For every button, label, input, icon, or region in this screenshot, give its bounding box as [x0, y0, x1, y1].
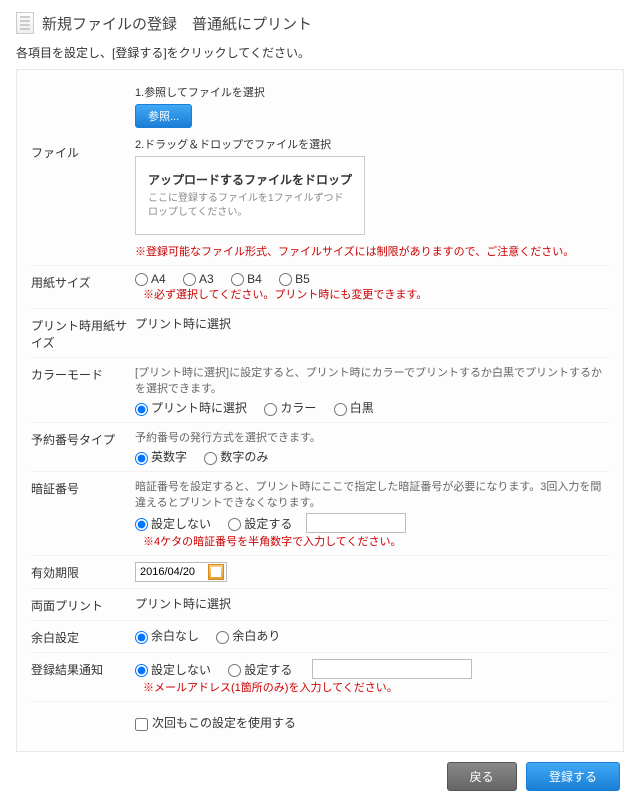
file-label: ファイル	[31, 84, 135, 161]
pin-opt-none[interactable]: 設定しない	[135, 517, 211, 531]
file-note: ※登録可能なファイル形式、ファイルサイズには制限がありますので、ご注意ください。	[135, 243, 609, 259]
duplex-value: プリント時に選択	[135, 595, 609, 612]
file-step1: 1.参照してファイルを選択	[135, 84, 609, 100]
notify-label: 登録結果通知	[31, 659, 135, 678]
paper-opt-a3[interactable]: A3	[183, 272, 214, 286]
pin-input[interactable]	[306, 513, 406, 533]
file-step2: 2.ドラッグ＆ドロップでファイルを選択	[135, 136, 609, 152]
pin-label: 暗証番号	[31, 478, 135, 497]
page-title: 新規ファイルの登録 普通紙にプリント	[42, 13, 312, 34]
submit-button[interactable]: 登録する	[526, 762, 620, 791]
paper-size-group: A4 A3 B4 B5	[135, 272, 324, 286]
pin-desc: 暗証番号を設定すると、プリント時にここで指定した暗証番号が必要になります。3回入…	[135, 478, 609, 510]
dropzone-title: アップロードするファイルをドロップ	[148, 171, 352, 188]
reserve-type-label: 予約番号タイプ	[31, 429, 135, 448]
document-icon	[16, 12, 34, 34]
calendar-icon[interactable]	[208, 564, 224, 580]
print-paper-value: プリント時に選択	[135, 315, 609, 332]
notify-note: ※メールアドレス(1箇所のみ)を入力してください。	[143, 679, 398, 695]
paper-size-label: 用紙サイズ	[31, 272, 135, 291]
browse-button[interactable]: 参照...	[135, 104, 192, 128]
margin-opt-none[interactable]: 余白なし	[135, 629, 199, 643]
color-opt-select[interactable]: プリント時に選択	[135, 401, 247, 415]
color-mode-label: カラーモード	[31, 364, 135, 383]
color-desc: [プリント時に選択]に設定すると、プリント時にカラーでプリントするか白黒でプリン…	[135, 364, 609, 396]
back-button[interactable]: 戻る	[447, 762, 517, 791]
intro-text: 各項目を設定し、[登録する]をクリックしてください。	[16, 44, 624, 61]
file-dropzone[interactable]: アップロードするファイルをドロップ ここに登録するファイルを1ファイルずつドロッ…	[135, 156, 365, 235]
duplex-label: 両面プリント	[31, 595, 135, 614]
expire-input[interactable]	[138, 565, 208, 579]
reserve-opt-num[interactable]: 数字のみ	[204, 450, 268, 464]
reserve-opt-alnum[interactable]: 英数字	[135, 450, 187, 464]
print-paper-label: プリント時用紙サイズ	[31, 315, 135, 351]
paper-opt-b5[interactable]: B5	[279, 272, 310, 286]
remember-checkbox[interactable]: 次回もこの設定を使用する	[135, 716, 296, 730]
notify-email-input[interactable]	[312, 659, 472, 679]
color-opt-color[interactable]: カラー	[264, 401, 316, 415]
paper-opt-a4[interactable]: A4	[135, 272, 166, 286]
notify-opt-none[interactable]: 設定しない	[135, 663, 211, 677]
notify-opt-set[interactable]: 設定する	[228, 663, 292, 677]
reserve-desc: 予約番号の発行方式を選択できます。	[135, 429, 609, 445]
dropzone-subtitle: ここに登録するファイルを1ファイルずつドロップしてください。	[148, 192, 352, 220]
expire-label: 有効期限	[31, 562, 135, 581]
paper-note: ※必ず選択してください。プリント時にも変更できます。	[143, 286, 427, 302]
margin-opt-yes[interactable]: 余白あり	[216, 629, 280, 643]
pin-note: ※4ケタの暗証番号を半角数字で入力してください。	[143, 533, 401, 549]
paper-opt-b4[interactable]: B4	[231, 272, 262, 286]
pin-opt-set[interactable]: 設定する	[228, 517, 292, 531]
margin-label: 余白設定	[31, 627, 135, 646]
color-opt-bw[interactable]: 白黒	[334, 401, 374, 415]
